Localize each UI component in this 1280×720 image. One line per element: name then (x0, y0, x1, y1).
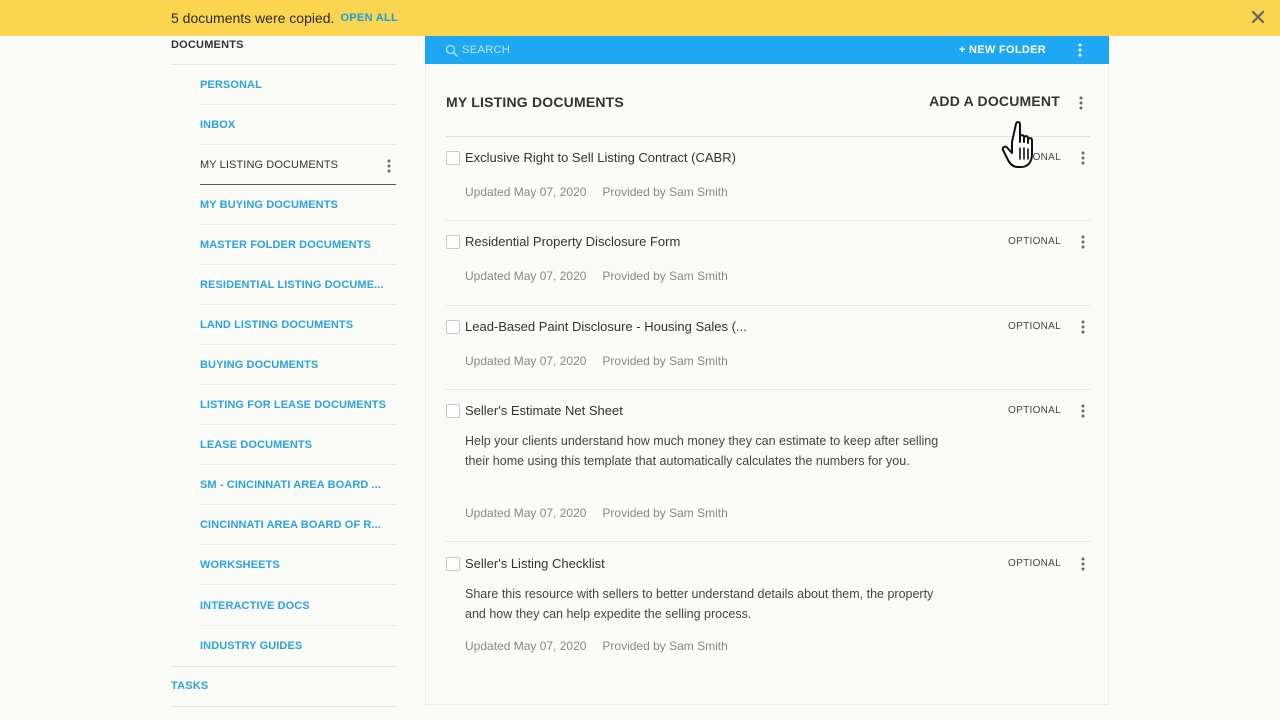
sidebar-item-label: INBOX (200, 118, 236, 131)
documents-heading[interactable]: DOCUMENTS (171, 39, 244, 51)
sidebar-item-label: MASTER FOLDER DOCUMENTS (200, 238, 371, 251)
sidebar-item-inbox[interactable]: INBOX (200, 105, 396, 145)
sidebar-item-personal[interactable]: PERSONAL (200, 65, 396, 105)
more-options-icon[interactable] (1079, 96, 1083, 110)
search-icon (445, 44, 458, 57)
document-meta: Updated May 07, 2020 Provided by Sam Smit… (465, 185, 728, 199)
document-meta: Updated May 07, 2020 Provided by Sam Smit… (465, 269, 728, 283)
search-placeholder: SEARCH (462, 44, 511, 56)
documents-toolbar: SEARCH + NEW FOLDER (425, 36, 1109, 64)
sidebar-item-my-listing-documents[interactable]: MY LISTING DOCUMENTS (200, 145, 396, 185)
document-row[interactable]: Seller's Estimate Net Sheet OPTIONAL Hel… (446, 403, 1090, 542)
sidebar-item-label: RESIDENTIAL LISTING DOCUME... (200, 278, 384, 291)
sidebar-item-land-listing-documents[interactable]: LAND LISTING DOCUMENTS (200, 305, 396, 345)
more-options-icon[interactable] (387, 159, 391, 173)
close-icon[interactable] (1250, 9, 1266, 25)
document-updated: Updated May 07, 2020 (465, 269, 587, 283)
status-badge: OPTIONAL (1008, 558, 1061, 569)
sidebar-item-interactive-docs[interactable]: INTERACTIVE DOCS (200, 586, 396, 626)
document-meta: Updated May 07, 2020 Provided by Sam Smit… (465, 506, 728, 520)
more-options-icon[interactable] (1081, 235, 1085, 249)
sidebar-item-label: LISTING FOR LEASE DOCUMENTS (200, 398, 387, 411)
search-input[interactable]: SEARCH (445, 44, 510, 57)
document-provider: Provided by Sam Smith (602, 354, 728, 368)
document-provider: Provided by Sam Smith (602, 185, 728, 199)
sidebar-item-label: INDUSTRY GUIDES (200, 640, 303, 652)
tasks-heading[interactable]: TASKS (171, 680, 208, 692)
sidebar-item-buying-documents[interactable]: BUYING DOCUMENTS (200, 345, 396, 385)
notification-banner: 5 documents were copied. OPEN ALL (0, 0, 1280, 36)
sidebar-divider (171, 706, 396, 707)
more-options-icon[interactable] (1081, 320, 1085, 334)
document-meta: Updated May 07, 2020 Provided by Sam Smit… (465, 354, 728, 368)
sidebar-item-label: BUYING DOCUMENTS (200, 358, 319, 371)
document-row[interactable]: Lead-Based Paint Disclosure - Housing Sa… (446, 319, 1090, 390)
document-checkbox[interactable] (446, 404, 460, 418)
document-description: Help your clients understand how much mo… (465, 434, 939, 468)
sidebar-item-my-buying-documents[interactable]: MY BUYING DOCUMENTS (200, 185, 396, 225)
document-checkbox[interactable] (446, 557, 460, 571)
add-document-button[interactable]: ADD A DOCUMENT (929, 93, 1060, 109)
sidebar-item-label: PERSONAL (200, 78, 262, 91)
document-description: Share this resource with sellers to bett… (465, 587, 934, 621)
more-options-icon[interactable] (1081, 557, 1085, 571)
sidebar-item-residential-listing-documents[interactable]: RESIDENTIAL LISTING DOCUME... (200, 265, 396, 305)
sidebar-item-worksheets[interactable]: WORKSHEETS (200, 545, 396, 585)
document-updated: Updated May 07, 2020 (465, 639, 587, 653)
more-options-icon[interactable] (1081, 151, 1085, 165)
sidebar-item-cincinnati-area-board[interactable]: CINCINNATI AREA BOARD OF R... (200, 505, 396, 545)
document-title[interactable]: Seller's Listing Checklist (465, 556, 605, 571)
sidebar-item-label: MY BUYING DOCUMENTS (200, 198, 338, 211)
document-provider: Provided by Sam Smith (602, 506, 728, 520)
sidebar-item-lease-documents[interactable]: LEASE DOCUMENTS (200, 425, 396, 465)
sidebar-item-label: WORKSHEETS (200, 558, 280, 571)
document-meta: Updated May 07, 2020 Provided by Sam Smit… (465, 639, 728, 653)
sidebar-item-industry-guides[interactable]: INDUSTRY GUIDES (200, 626, 396, 666)
document-checkbox[interactable] (446, 151, 460, 165)
sidebar-item-label: SM - CINCINNATI AREA BOARD ... (200, 478, 382, 491)
document-row[interactable]: Residential Property Disclosure Form OPT… (446, 234, 1090, 306)
document-updated: Updated May 07, 2020 (465, 506, 587, 520)
new-folder-button[interactable]: + NEW FOLDER (959, 44, 1046, 56)
open-all-link[interactable]: OPEN ALL (340, 12, 398, 24)
document-updated: Updated May 07, 2020 (465, 354, 587, 368)
sidebar-item-master-folder-documents[interactable]: MASTER FOLDER DOCUMENTS (200, 225, 396, 265)
document-title[interactable]: Lead-Based Paint Disclosure - Housing Sa… (465, 319, 747, 334)
document-checkbox[interactable] (446, 320, 460, 334)
document-checkbox[interactable] (446, 235, 460, 249)
sidebar-item-label: MY LISTING DOCUMENTS (200, 158, 339, 171)
sidebar-divider (171, 666, 396, 667)
document-title[interactable]: Seller's Estimate Net Sheet (465, 403, 623, 418)
banner-message: 5 documents were copied. (171, 10, 335, 26)
document-title[interactable]: Residential Property Disclosure Form (465, 234, 680, 249)
document-provider: Provided by Sam Smith (602, 269, 728, 283)
document-provider: Provided by Sam Smith (602, 639, 728, 653)
sidebar-item-label: LAND LISTING DOCUMENTS (200, 318, 354, 331)
document-row[interactable]: Seller's Listing Checklist OPTIONAL Shar… (446, 556, 1090, 667)
status-badge: OPTIONAL (1008, 405, 1061, 416)
sidebar-item-label: LEASE DOCUMENTS (200, 438, 313, 451)
document-title[interactable]: Exclusive Right to Sell Listing Contract… (465, 150, 736, 165)
status-badge: OPTIONAL (1008, 236, 1061, 247)
sidebar-item-label: INTERACTIVE DOCS (200, 599, 310, 612)
hand-cursor-icon (1001, 121, 1033, 168)
sidebar-item-sm-cincinnati-area-board[interactable]: SM - CINCINNATI AREA BOARD ... (200, 465, 396, 505)
page-title: MY LISTING DOCUMENTS (446, 94, 624, 110)
sidebar-item-listing-for-lease-documents[interactable]: LISTING FOR LEASE DOCUMENTS (200, 385, 396, 425)
document-updated: Updated May 07, 2020 (465, 185, 587, 199)
more-options-icon[interactable] (1078, 43, 1082, 57)
status-badge: OPTIONAL (1008, 321, 1061, 332)
sidebar-item-label: CINCINNATI AREA BOARD OF R... (200, 518, 381, 531)
more-options-icon[interactable] (1081, 404, 1085, 418)
